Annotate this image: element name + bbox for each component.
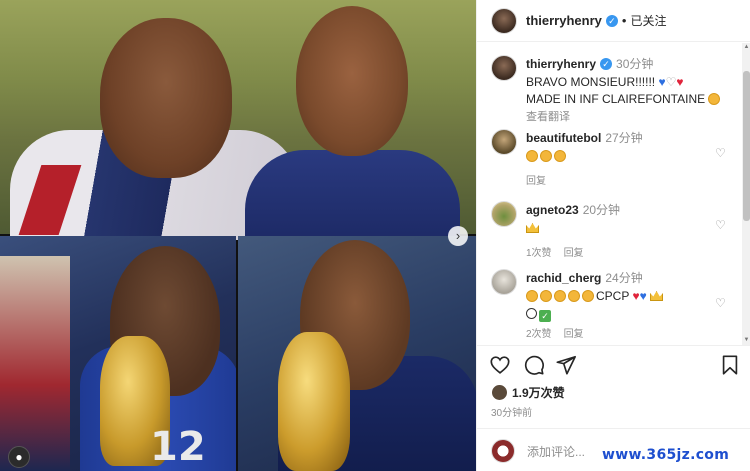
clap-icon [582, 290, 594, 302]
red-heart-icon: ♥ [632, 289, 640, 303]
comment-meta: 1次赞 回复 [526, 244, 726, 259]
comment-meta: 2次赞 回复 [526, 325, 726, 340]
comment-username[interactable]: rachid_cherg [526, 271, 601, 285]
photo-henry-world-cup-1998: 12 [0, 236, 236, 471]
caption-text: BRAVO MONSIEUR!!!!!! ♥♡♥ [526, 74, 726, 90]
comment-item: rachid_cherg 24分钟 CPCP ♥♥ ✓ 2次赞 回复 [491, 269, 726, 340]
comment-text [526, 148, 726, 164]
clap-icon [526, 150, 538, 162]
caption-entry: thierryhenry ✓ 30分钟 BRAVO MONSIEUR!!!!!! ♥… [491, 55, 726, 124]
see-translation-link[interactable]: 查看翻译 [526, 108, 726, 124]
separator-dot: • [621, 13, 627, 28]
likes-row[interactable]: 1.9万次赞 [491, 384, 565, 401]
clap-icon [540, 290, 552, 302]
scroll-up-arrow-icon[interactable]: ▲ [742, 43, 750, 52]
jersey-number: 12 [150, 424, 206, 470]
comment-text: CPCP ♥♥ [526, 288, 726, 304]
comment-text-line2: ✓ [526, 305, 726, 322]
comment-username[interactable]: beautifutebol [526, 131, 601, 145]
avatar [491, 384, 508, 401]
comment-likes-count[interactable]: 1次赞 [526, 248, 552, 259]
reply-button[interactable]: 回复 [564, 248, 584, 259]
comment-cpcp-text: CPCP [596, 289, 630, 303]
comment-meta: 回复 [526, 172, 726, 187]
avatar[interactable] [491, 55, 517, 81]
site-watermark: www.365jz.com [602, 447, 730, 463]
tagged-user-icon[interactable]: ● [8, 446, 30, 468]
avatar[interactable] [491, 7, 517, 34]
reply-button[interactable]: 回复 [564, 329, 584, 340]
caption-line2: MADE IN INF CLAIREFONTAINE [526, 92, 706, 106]
header-username[interactable]: thierryhenry [526, 13, 602, 28]
blue-heart-icon: ♥ [639, 289, 647, 303]
send-icon[interactable] [555, 354, 577, 376]
post-header: thierryhenry ✓ • 已关注 [477, 0, 750, 42]
comments-scrollbar[interactable]: ▲ ▼ [742, 43, 750, 345]
comment-like-heart-icon[interactable]: ♡ [715, 147, 727, 159]
comment-time[interactable]: 24分钟 [605, 271, 642, 285]
blue-heart-icon: ♥ [658, 75, 666, 89]
comment-text [526, 220, 726, 236]
clap-icon [526, 290, 538, 302]
crown-icon [526, 223, 539, 233]
comment-icon[interactable] [523, 354, 545, 376]
bookmark-icon[interactable] [719, 354, 741, 376]
comment-item: beautifutebol 27分钟 回复 [491, 129, 726, 187]
comment-likes-count[interactable]: 2次赞 [526, 329, 552, 340]
avatar [491, 439, 515, 463]
verified-icon: ✓ [600, 58, 613, 70]
heart-icon[interactable] [489, 354, 511, 376]
photo-mbappe-world-cup-2018 [238, 236, 476, 471]
caption-time[interactable]: 30分钟 [616, 57, 653, 71]
soccer-ball-icon [526, 308, 537, 319]
caption-line1: BRAVO MONSIEUR!!!!!! [526, 75, 656, 89]
comments-list[interactable]: thierryhenry ✓ 30分钟 BRAVO MONSIEUR!!!!!! ♥… [477, 43, 741, 345]
caption-text-line2: MADE IN INF CLAIREFONTAINE [526, 91, 726, 107]
comment-like-heart-icon[interactable]: ♡ [715, 219, 727, 231]
photo-henry-mbappe-childhood [0, 0, 476, 240]
scroll-down-arrow-icon[interactable]: ▼ [742, 336, 750, 345]
post-side-panel: thierryhenry ✓ • 已关注 thierryhenry ✓ 30分钟 B… [476, 0, 750, 471]
carousel-next-button[interactable]: › [448, 226, 468, 246]
verified-icon: ✓ [605, 14, 618, 27]
comment-like-heart-icon[interactable]: ♡ [715, 297, 727, 309]
chevron-right-icon: › [455, 228, 461, 243]
crown-icon [650, 291, 664, 301]
avatar[interactable] [491, 129, 517, 155]
scroll-thumb[interactable] [743, 71, 750, 221]
handshake-icon [708, 93, 721, 105]
red-heart-icon: ♥ [676, 75, 684, 89]
likes-count[interactable]: 1.9万次赞 [512, 384, 565, 401]
person-icon: ● [15, 450, 23, 464]
comment-time[interactable]: 27分钟 [605, 131, 642, 145]
world-cup-trophy [278, 332, 350, 471]
white-heart-icon: ♡ [665, 75, 677, 89]
comment-username[interactable]: agneto23 [526, 203, 579, 217]
clap-icon [554, 150, 566, 162]
clap-icon [540, 150, 552, 162]
comment-time[interactable]: 20分钟 [583, 203, 620, 217]
caption-username[interactable]: thierryhenry [526, 57, 596, 71]
avatar[interactable] [491, 201, 517, 227]
avatar[interactable] [491, 269, 517, 295]
comment-item: agneto23 20分钟 1次赞 回复 [491, 201, 726, 259]
post-timestamp[interactable]: 30分钟前 [491, 404, 532, 419]
clap-icon [554, 290, 566, 302]
clap-icon [568, 290, 580, 302]
check-mark-icon: ✓ [539, 310, 551, 322]
follow-status-button[interactable]: 已关注 [630, 12, 666, 29]
reply-button[interactable]: 回复 [526, 176, 546, 187]
post-image-carousel[interactable]: 12 › ● [0, 0, 476, 471]
